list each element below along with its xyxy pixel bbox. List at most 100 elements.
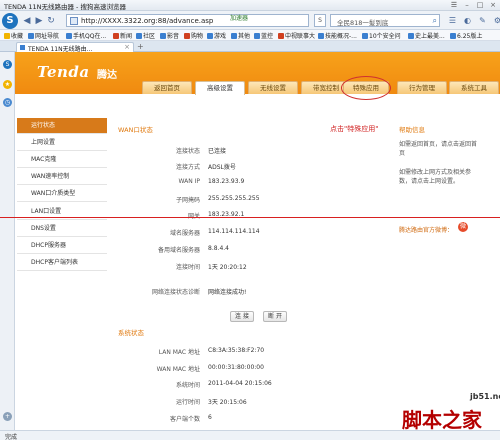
settings-icon[interactable]: ⚙ bbox=[493, 16, 500, 25]
nav-wan-media[interactable]: WAN口介质类型 bbox=[17, 186, 107, 202]
fav-item[interactable]: 6.25版上 bbox=[450, 31, 482, 40]
fav-label: 游戏 bbox=[214, 33, 227, 40]
tab-advanced[interactable]: 高级设置 bbox=[195, 81, 245, 95]
window-controls: ☰ – □ × bbox=[449, 1, 498, 9]
add-icon[interactable]: + bbox=[3, 412, 12, 421]
fav-item[interactable]: 社区 bbox=[136, 31, 155, 40]
skin-icon[interactable]: ☰ bbox=[449, 1, 459, 9]
watermark: jb51.net 脚本之家 bbox=[398, 392, 500, 436]
page-icon bbox=[28, 33, 34, 39]
window-title: TENDA 11N无线路由器 - 搜狗高速浏览器 bbox=[4, 3, 126, 11]
fav-item[interactable]: 手机QQ在... bbox=[66, 31, 106, 40]
fav-item[interactable]: 新闻 bbox=[113, 31, 132, 40]
fav-item[interactable]: 游戏 bbox=[207, 31, 226, 40]
refresh-icon[interactable]: ↻ bbox=[46, 16, 56, 26]
browser-logo-icon[interactable]: S bbox=[2, 13, 18, 29]
wan-value: 网络连接成功! bbox=[208, 289, 247, 296]
page-icon bbox=[318, 33, 324, 39]
system-value: 00:00:31:80:00:00 bbox=[208, 364, 264, 371]
weibo-icon[interactable]: 微 bbox=[458, 222, 468, 232]
folder-icon bbox=[231, 33, 237, 39]
page-icon bbox=[70, 17, 78, 25]
weibo-link[interactable]: 腾达路由官方微博： bbox=[399, 225, 453, 234]
forward-icon[interactable]: ▶ bbox=[34, 16, 44, 26]
page-icon bbox=[450, 33, 456, 39]
wan-label: 连接方式 bbox=[175, 164, 200, 171]
browser-tab[interactable]: TENDA 11N无线路由... × bbox=[16, 42, 134, 53]
wan-label: 连接状态 bbox=[175, 148, 200, 155]
fav-item[interactable]: 技能概况-... bbox=[318, 31, 357, 40]
wan-value: 1天 20:20:12 bbox=[208, 264, 247, 271]
fav-label: 10个安全问 bbox=[369, 33, 401, 40]
folder-icon bbox=[207, 33, 213, 39]
system-value: 2011-04-04 20:15:06 bbox=[208, 380, 272, 387]
back-icon[interactable]: ◀ bbox=[22, 16, 32, 26]
fav-label: 新闻 bbox=[120, 33, 133, 40]
folder-icon bbox=[160, 33, 166, 39]
search-input[interactable]: 全民818一髪到底 ⌕ bbox=[330, 14, 440, 27]
help-text-home: 如需返回首页，请点击返回首页 bbox=[399, 141, 478, 157]
tab-behavior[interactable]: 行为管理 bbox=[397, 81, 447, 94]
system-value: C8:3A:35:38:F2:70 bbox=[208, 347, 265, 354]
close-tab-icon[interactable]: × bbox=[124, 43, 130, 51]
favorites-bar: 收藏 网址导航 手机QQ在... 新闻 社区 影音 购物 游戏 其他 蓝控 中视… bbox=[0, 30, 500, 41]
new-tab-icon[interactable]: + bbox=[137, 42, 144, 51]
help-text-setup: 如需修改上网方式及相关参数，请点击上网设置。 bbox=[399, 169, 472, 185]
wan-value: 8.8.4.4 bbox=[208, 245, 229, 252]
fav-label: 中视联事大 bbox=[285, 33, 316, 40]
nav-dhcp-server[interactable]: DHCP服务器 bbox=[17, 238, 107, 254]
maximize-icon[interactable]: □ bbox=[475, 1, 485, 9]
wan-value: 255.255.255.255 bbox=[208, 195, 260, 202]
nav-dns[interactable]: DNS设置 bbox=[17, 221, 107, 237]
disconnect-button[interactable]: 断 开 bbox=[263, 311, 287, 322]
fav-item[interactable]: 收藏 bbox=[4, 31, 23, 40]
watermark-name: 脚本之家 bbox=[402, 408, 482, 432]
nav-wan-speed[interactable]: WAN速率控制 bbox=[17, 169, 107, 185]
sogou-icon[interactable]: S bbox=[3, 60, 12, 69]
fav-item[interactable]: 史上最美... bbox=[408, 31, 445, 40]
tab-wireless[interactable]: 无线设置 bbox=[248, 81, 298, 94]
minimize-icon[interactable]: – bbox=[462, 1, 472, 9]
search-icon[interactable]: ⌕ bbox=[433, 16, 437, 26]
nav-dhcp-clients[interactable]: DHCP客户端列表 bbox=[17, 255, 107, 271]
history-icon[interactable]: ◷ bbox=[3, 98, 12, 107]
watermark-site: jb51.net bbox=[470, 392, 500, 401]
fav-item[interactable]: 蓝控 bbox=[254, 31, 273, 40]
connect-button[interactable]: 连 接 bbox=[230, 311, 254, 322]
search-engine-icon[interactable]: S bbox=[314, 14, 326, 27]
fav-label: 网址导航 bbox=[35, 33, 60, 40]
wan-value: 已连接 bbox=[208, 148, 227, 155]
fav-item[interactable]: 影音 bbox=[160, 31, 179, 40]
left-nav: 运行状态 上网设置 MAC克隆 WAN速率控制 WAN口介质类型 LAN口设置 … bbox=[15, 118, 107, 440]
fav-item[interactable]: 10个安全问 bbox=[362, 31, 401, 40]
status-text: 完成 bbox=[5, 434, 18, 440]
tenda-logo-cn: 腾达 bbox=[97, 70, 117, 81]
menu-icon[interactable]: ☰ bbox=[448, 16, 457, 25]
separator-line bbox=[0, 217, 500, 218]
wan-label: 域名服务器 bbox=[169, 230, 200, 237]
skin-icon[interactable]: ◐ bbox=[463, 16, 472, 25]
toolbar-icons: ☰ ◐ ✎ ⚙ bbox=[448, 16, 500, 25]
tools-icon[interactable]: ✎ bbox=[478, 16, 487, 25]
fav-item[interactable]: 购物 bbox=[184, 31, 203, 40]
close-icon[interactable]: × bbox=[488, 1, 498, 9]
wan-section-title: WAN口状态 bbox=[118, 126, 153, 134]
nav-mac-clone[interactable]: MAC克隆 bbox=[17, 152, 107, 168]
tenda-logo: Tenda bbox=[37, 63, 90, 81]
fav-label: 技能概况-... bbox=[325, 33, 357, 40]
star-icon[interactable]: ★ bbox=[3, 80, 12, 89]
accelerator-button[interactable]: 加速器 bbox=[230, 13, 248, 22]
fav-item[interactable]: 网址导航 bbox=[28, 31, 59, 40]
page-icon bbox=[362, 33, 368, 39]
fav-item[interactable]: 其他 bbox=[231, 31, 250, 40]
tab-system-tools[interactable]: 系统工具 bbox=[449, 81, 499, 94]
highlight-circle bbox=[341, 76, 391, 100]
fav-item[interactable]: 中视联事大 bbox=[278, 31, 315, 40]
folder-icon bbox=[136, 33, 142, 39]
nav-run-status[interactable]: 运行状态 bbox=[17, 118, 107, 134]
nav-internet-setup[interactable]: 上网设置 bbox=[17, 135, 107, 151]
browser-sidebar: S ★ ◷ + bbox=[0, 52, 15, 430]
url-input[interactable]: http://XXXX.3322.org:88/advance.asp bbox=[66, 14, 309, 27]
tab-home[interactable]: 返回首页 bbox=[142, 81, 192, 94]
folder-icon bbox=[184, 33, 190, 39]
